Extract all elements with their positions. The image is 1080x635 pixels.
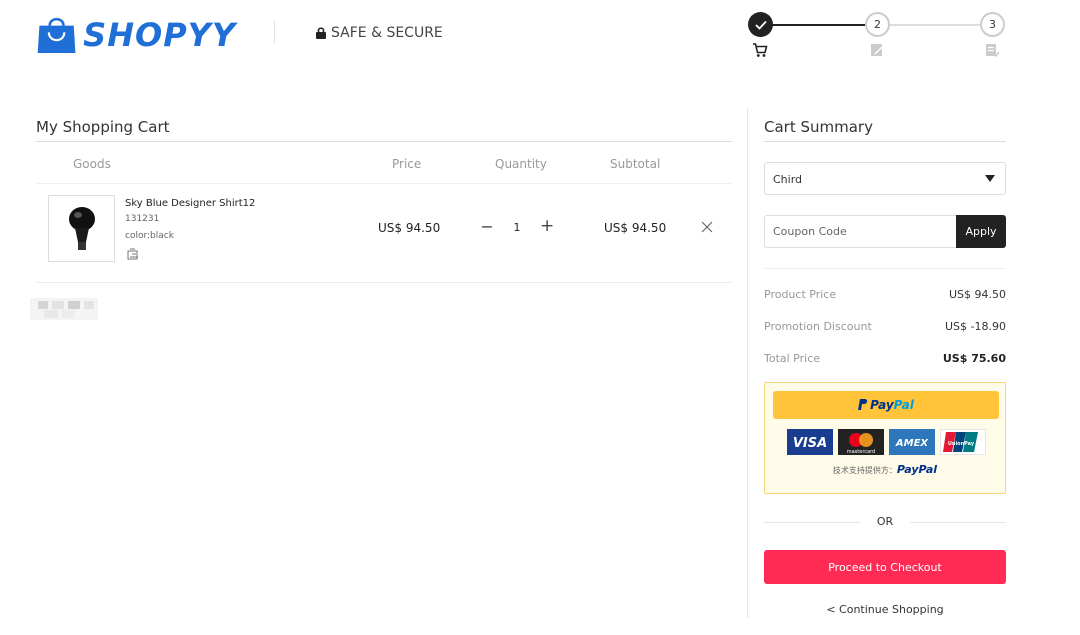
step-1-done xyxy=(748,12,773,37)
quantity-increase-button[interactable]: + xyxy=(540,217,554,235)
edit-icon[interactable] xyxy=(127,248,139,260)
country-select[interactable]: Chird xyxy=(764,162,1006,195)
coupon-code-input[interactable] xyxy=(764,215,956,248)
product-color: color:black xyxy=(125,231,174,241)
step-2: 2 xyxy=(865,12,890,37)
quantity-decrease-button[interactable]: − xyxy=(480,218,494,236)
total-price-value: US$ 75.60 xyxy=(942,352,1006,365)
paypal-checkout-box: Pay Pal VISA mastercard AMEX UnionPay 技术支… xyxy=(764,382,1006,494)
logo-text: SHOPYY xyxy=(83,16,236,54)
lock-icon xyxy=(316,27,326,39)
summary-title: Cart Summary xyxy=(764,118,873,136)
continue-shopping-link[interactable]: < Continue Shopping xyxy=(764,603,1006,616)
total-price-label: Total Price xyxy=(764,352,821,365)
progress-line-pending xyxy=(888,24,981,26)
caret-down-icon xyxy=(985,175,995,182)
promotion-discount-row: Promotion Discount US$ -18.90 xyxy=(764,320,1006,333)
edit-form-icon xyxy=(871,44,883,56)
gear-knob-image xyxy=(68,206,95,250)
header-divider-line xyxy=(36,183,732,184)
proceed-to-checkout-button[interactable]: Proceed to Checkout xyxy=(764,550,1006,584)
unionpay-card-icon: UnionPay xyxy=(940,429,986,455)
column-header-quantity: Quantity xyxy=(495,157,547,171)
product-sku: 131231 xyxy=(125,214,160,224)
amex-card-icon: AMEX xyxy=(889,429,935,455)
shopping-bag-icon xyxy=(37,17,76,54)
product-price-row: Product Price US$ 94.50 xyxy=(764,288,1006,301)
product-price-value: US$ 94.50 xyxy=(948,288,1006,301)
visa-text: VISA xyxy=(793,436,827,451)
paypal-logo-icon xyxy=(858,399,868,410)
item-price: US$ 94.50 xyxy=(378,221,441,235)
apply-coupon-button[interactable]: Apply xyxy=(956,215,1006,248)
remove-item-icon[interactable] xyxy=(700,220,714,234)
powered-logo-text: PayPal xyxy=(896,463,938,476)
checkout-progress: 2 3 xyxy=(748,12,1010,62)
item-subtotal: US$ 94.50 xyxy=(604,221,667,235)
unionpay-text: UnionPay xyxy=(948,441,975,447)
safe-secure-badge: SAFE & SECURE xyxy=(316,25,443,41)
check-icon xyxy=(754,20,767,30)
column-header-price: Price xyxy=(392,157,422,171)
cart-title-divider xyxy=(36,141,732,142)
promotion-discount-label: Promotion Discount xyxy=(764,320,872,333)
or-separator: OR xyxy=(764,515,1006,531)
summary-title-divider xyxy=(764,141,1006,142)
cart-title: My Shopping Cart xyxy=(36,118,170,136)
paypal-pal-text: Pal xyxy=(893,398,914,412)
payment-cards: VISA mastercard AMEX UnionPay xyxy=(787,429,991,455)
or-line-right xyxy=(910,522,1006,523)
order-review-icon xyxy=(986,44,1000,58)
powered-prefix: 技术支持提供方： xyxy=(832,466,897,475)
column-header-goods: Goods xyxy=(73,157,111,171)
product-thumbnail[interactable] xyxy=(48,195,115,262)
item-divider xyxy=(36,282,732,283)
shop-logo[interactable]: SHOPYY xyxy=(36,12,236,58)
step-3: 3 xyxy=(980,12,1005,37)
blurred-placeholder xyxy=(30,298,98,320)
total-price-row: Total Price US$ 75.60 xyxy=(764,352,1006,365)
product-name[interactable]: Sky Blue Designer Shirt12 xyxy=(125,198,255,209)
quantity-value[interactable]: 1 xyxy=(510,221,524,234)
progress-line-done xyxy=(772,24,865,26)
paypal-pay-text: Pay xyxy=(870,398,894,412)
column-divider xyxy=(747,108,748,618)
secure-label: SAFE & SECURE xyxy=(331,25,443,41)
cart-icon xyxy=(753,43,768,57)
mastercard-icon: mastercard xyxy=(838,429,884,455)
visa-card-icon: VISA xyxy=(787,429,833,455)
amex-text: AMEX xyxy=(895,438,930,449)
paypal-powered-by: 技术支持提供方：PayPal xyxy=(765,463,1005,476)
coupon-divider xyxy=(764,268,1006,269)
header-divider xyxy=(274,20,275,44)
mastercard-text: mastercard xyxy=(847,449,875,455)
powered-paypal-logo: PayPal xyxy=(897,463,937,476)
country-selected-value: Chird xyxy=(773,173,803,186)
promotion-discount-value: US$ -18.90 xyxy=(945,320,1006,333)
column-header-subtotal: Subtotal xyxy=(610,157,661,171)
paypal-button[interactable]: Pay Pal xyxy=(773,391,999,419)
product-price-label: Product Price xyxy=(764,288,837,301)
